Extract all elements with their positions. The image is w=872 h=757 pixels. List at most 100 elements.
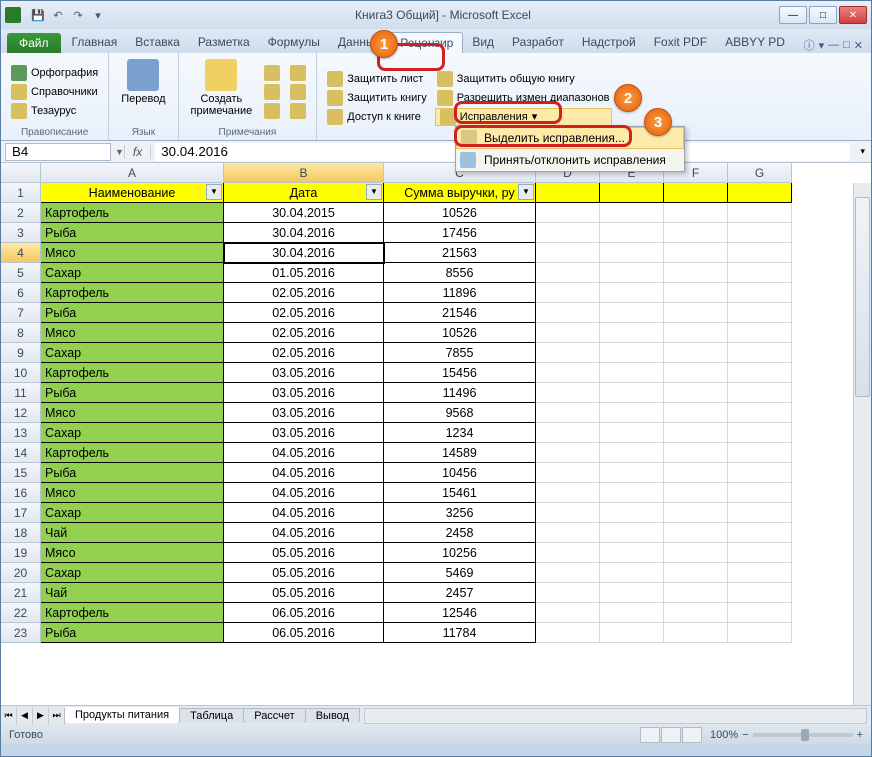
cell-date[interactable]: 06.05.2016 <box>224 603 384 623</box>
cell-empty[interactable] <box>728 383 792 403</box>
cell-empty[interactable] <box>728 503 792 523</box>
cell-empty[interactable] <box>600 603 664 623</box>
doc-min-icon[interactable]: — <box>828 39 839 51</box>
show-all-button[interactable] <box>288 83 308 101</box>
cell-empty[interactable] <box>536 403 600 423</box>
cell-empty[interactable] <box>536 263 600 283</box>
cell-empty[interactable] <box>536 603 600 623</box>
cell-date[interactable]: 05.05.2016 <box>224 563 384 583</box>
cell-empty[interactable] <box>536 283 600 303</box>
tab-вставка[interactable]: Вставка <box>126 32 189 53</box>
view-pagebreak-button[interactable] <box>682 727 702 743</box>
file-tab[interactable]: Файл <box>7 33 61 53</box>
track-changes-button[interactable]: Исправления ▾ <box>435 108 612 126</box>
cell-name[interactable]: Сахар <box>41 343 224 363</box>
cell-date[interactable]: 02.05.2016 <box>224 323 384 343</box>
tab-разработ[interactable]: Разработ <box>503 32 573 53</box>
cell-name[interactable]: Картофель <box>41 203 224 223</box>
cell-empty[interactable] <box>600 263 664 283</box>
tab-foxit pdf[interactable]: Foxit PDF <box>645 32 716 53</box>
cell-name[interactable]: Рыба <box>41 223 224 243</box>
cell-date[interactable]: 06.05.2016 <box>224 623 384 643</box>
row-header-10[interactable]: 10 <box>1 363 41 383</box>
cell-empty[interactable] <box>664 563 728 583</box>
cell-date[interactable]: 30.04.2016 <box>224 243 384 263</box>
cell-sum[interactable]: 1234 <box>384 423 536 443</box>
row-header-6[interactable]: 6 <box>1 283 41 303</box>
cell-empty[interactable] <box>664 443 728 463</box>
cell-empty[interactable] <box>664 623 728 643</box>
row-header-3[interactable]: 3 <box>1 223 41 243</box>
cell-name[interactable]: Мясо <box>41 323 224 343</box>
cell-empty[interactable] <box>600 223 664 243</box>
thesaurus-button[interactable]: Тезаурус <box>9 102 100 120</box>
prev-comment-button[interactable] <box>262 83 282 101</box>
cell-empty[interactable] <box>600 583 664 603</box>
tab-abbyy pd[interactable]: ABBYY PD <box>716 32 794 53</box>
row-header-15[interactable]: 15 <box>1 463 41 483</box>
cell-sum[interactable]: 11896 <box>384 283 536 303</box>
cell-date[interactable]: 04.05.2016 <box>224 483 384 503</box>
cell-name[interactable]: Картофель <box>41 603 224 623</box>
tab-разметка[interactable]: Разметка <box>189 32 259 53</box>
cell-empty[interactable] <box>664 583 728 603</box>
cell-empty[interactable] <box>600 463 664 483</box>
cell-empty[interactable] <box>728 323 792 343</box>
cell-empty[interactable] <box>536 323 600 343</box>
cell-empty[interactable] <box>536 503 600 523</box>
cell-empty[interactable] <box>728 223 792 243</box>
sheet-nav-next[interactable]: ▶ <box>33 707 49 725</box>
fx-button[interactable]: fx <box>124 145 151 159</box>
cell-empty[interactable] <box>600 323 664 343</box>
column-header-A[interactable]: A <box>41 163 224 183</box>
cell-sum[interactable]: 2458 <box>384 523 536 543</box>
cell-empty[interactable] <box>664 183 728 203</box>
row-header-17[interactable]: 17 <box>1 503 41 523</box>
cell-empty[interactable] <box>664 383 728 403</box>
cell-empty[interactable] <box>728 563 792 583</box>
cell-sum[interactable]: 21546 <box>384 303 536 323</box>
protect-shared-button[interactable]: Защитить общую книгу <box>435 70 612 88</box>
doc-close-icon[interactable]: ✕ <box>854 39 863 52</box>
zoom-slider[interactable] <box>753 733 853 737</box>
cell-empty[interactable] <box>600 403 664 423</box>
maximize-button[interactable]: □ <box>809 6 837 24</box>
sheet-tab-3[interactable]: Вывод <box>305 708 360 723</box>
protect-sheet-button[interactable]: Защитить лист <box>325 70 429 88</box>
header-cell-date[interactable]: Дата▼ <box>224 183 384 203</box>
tab-главная[interactable]: Главная <box>63 32 127 53</box>
cell-empty[interactable] <box>728 463 792 483</box>
allow-ranges-button[interactable]: Разрешить измен диапазонов <box>435 89 612 107</box>
namebox-dropdown-icon[interactable]: ▼ <box>115 147 124 157</box>
cell-empty[interactable] <box>600 343 664 363</box>
header-cell-name[interactable]: Наименование▼ <box>41 183 224 203</box>
cell-name[interactable]: Рыба <box>41 623 224 643</box>
sheet-tab-0[interactable]: Продукты питания <box>64 707 180 723</box>
cell-sum[interactable]: 3256 <box>384 503 536 523</box>
cell-empty[interactable] <box>600 383 664 403</box>
cell-date[interactable]: 02.05.2016 <box>224 343 384 363</box>
cell-empty[interactable] <box>728 203 792 223</box>
cell-empty[interactable] <box>536 443 600 463</box>
zoom-level[interactable]: 100% <box>710 729 738 741</box>
cell-empty[interactable] <box>728 183 792 203</box>
redo-button[interactable]: ↷ <box>69 6 87 24</box>
cell-date[interactable]: 05.05.2016 <box>224 583 384 603</box>
cell-sum[interactable]: 21563 <box>384 243 536 263</box>
cell-name[interactable]: Сахар <box>41 503 224 523</box>
cell-empty[interactable] <box>600 243 664 263</box>
cell-date[interactable]: 04.05.2016 <box>224 443 384 463</box>
zoom-in-button[interactable]: + <box>857 729 863 741</box>
cell-name[interactable]: Картофель <box>41 283 224 303</box>
cell-empty[interactable] <box>536 523 600 543</box>
cell-sum[interactable]: 5469 <box>384 563 536 583</box>
cell-name[interactable]: Чай <box>41 583 224 603</box>
row-header-1[interactable]: 1 <box>1 183 41 203</box>
cell-sum[interactable]: 2457 <box>384 583 536 603</box>
cell-empty[interactable] <box>600 363 664 383</box>
reference-button[interactable]: Справочники <box>9 83 100 101</box>
cell-empty[interactable] <box>664 503 728 523</box>
row-header-14[interactable]: 14 <box>1 443 41 463</box>
qat-dropdown[interactable]: ▾ <box>89 6 107 24</box>
tab-вид[interactable]: Вид <box>463 32 503 53</box>
